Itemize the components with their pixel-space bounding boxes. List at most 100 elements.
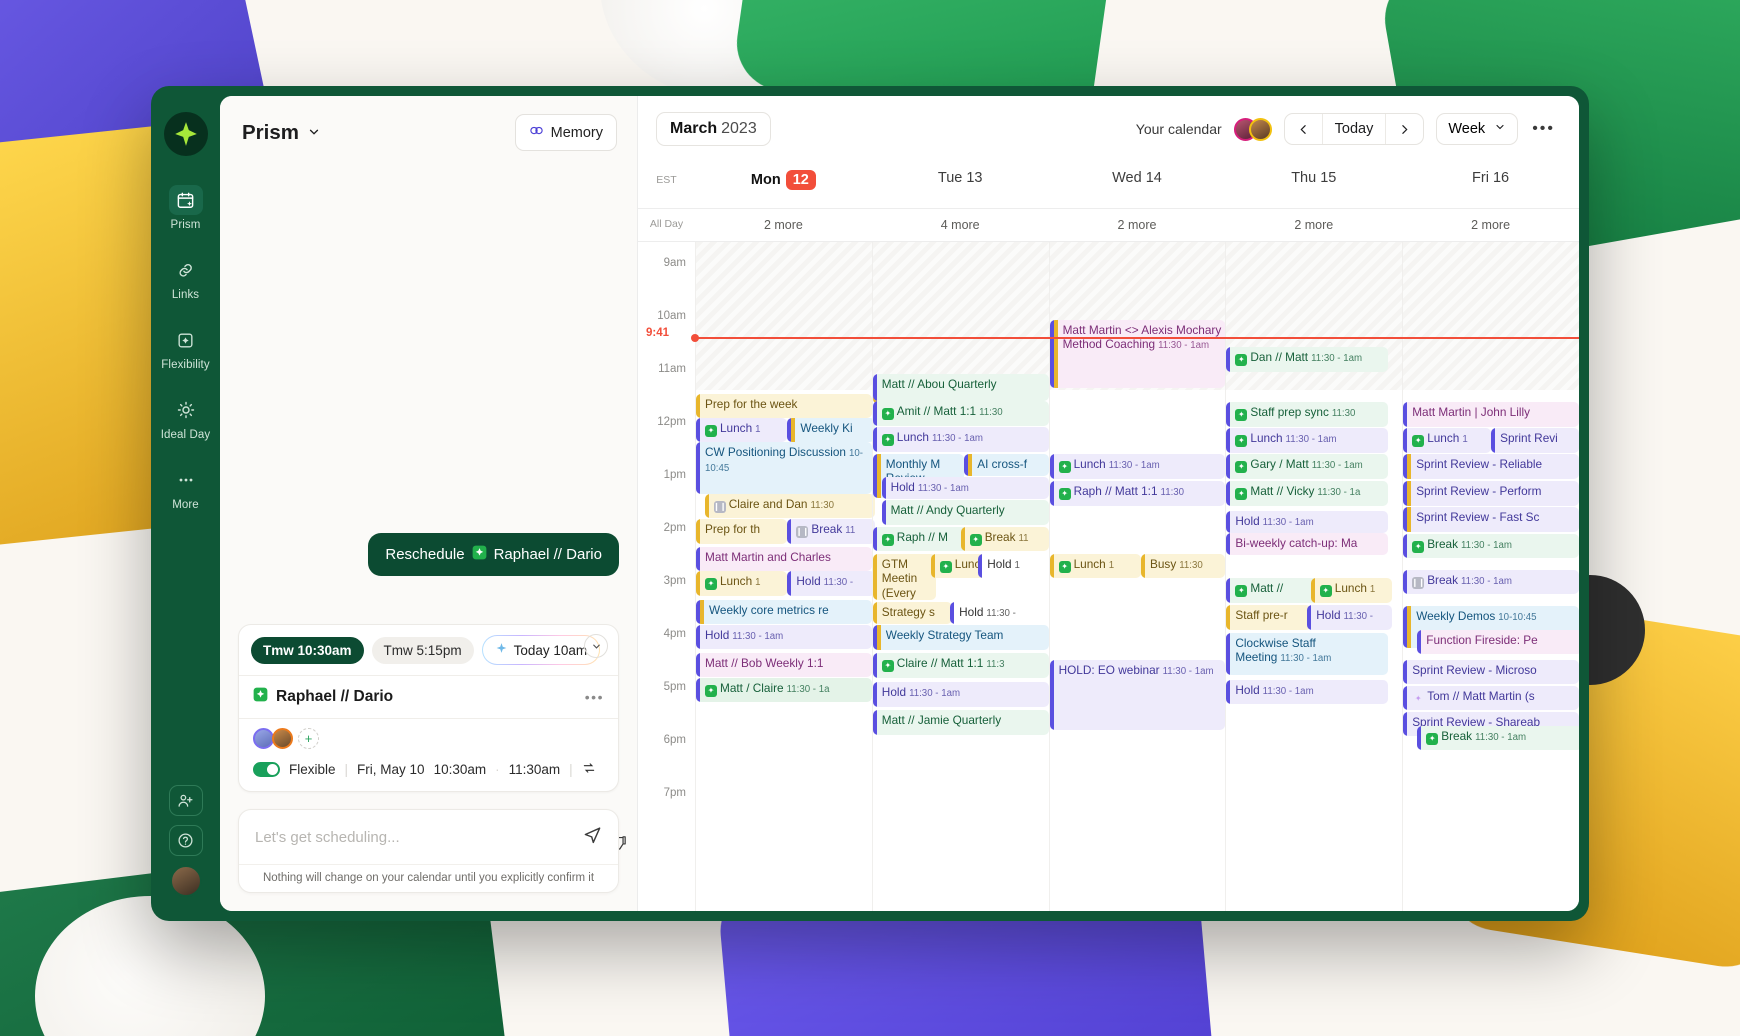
attendee-avatar-1[interactable]	[253, 728, 274, 749]
calendar-event[interactable]: Function Fireside: Pe	[1417, 630, 1579, 654]
day-header-mon[interactable]: Mon 12	[695, 156, 872, 208]
calendar-event[interactable]: Matt Martin <> Alexis Mochary Method Coa…	[1049, 320, 1226, 388]
calendar-event[interactable]: ✦ Raph // M	[872, 527, 970, 551]
add-attendee-icon[interactable]: +	[298, 728, 319, 749]
calendar-event[interactable]: Sprint Review - Perform	[1403, 481, 1579, 506]
user-avatar[interactable]	[169, 865, 202, 897]
day-header-fri[interactable]: Fri 16	[1402, 156, 1579, 208]
chat-input[interactable]	[255, 828, 583, 846]
calendar-event[interactable]: Hold 11:30 - 1am	[1226, 511, 1389, 533]
calendar-event[interactable]: ✦ Staff prep sync 11:30	[1226, 402, 1389, 427]
calendar-event[interactable]: ✦ Raph // Matt 1:1 11:30	[1049, 481, 1226, 506]
view-selector[interactable]: Week	[1436, 113, 1519, 145]
prism-logo[interactable]	[163, 112, 208, 156]
help-button[interactable]	[168, 825, 203, 856]
calendar-event[interactable]: Hold 1	[978, 554, 1049, 578]
calendar-event[interactable]: ✦ Lunch 11:30 - 1am	[1049, 454, 1226, 479]
calendar-event[interactable]: ✦ Break 11	[960, 527, 1049, 551]
calendar-event[interactable]: ✦ Lunch 11:30 - 1am	[1226, 428, 1389, 453]
time-chip-1[interactable]: Tmw 5:15pm	[371, 636, 474, 664]
sidebar-item-more[interactable]: More	[158, 458, 214, 516]
day-header-thu[interactable]: Thu 15	[1225, 156, 1402, 208]
calendar-event[interactable]: Staff pre-r	[1226, 605, 1311, 630]
calendar-event[interactable]: Matt Martin and Charles	[696, 547, 872, 571]
calendar-event[interactable]: ✦ Lunch 1	[696, 571, 788, 596]
chevron-down-icon[interactable]	[307, 121, 321, 145]
calendar-event[interactable]: Matt Martin | John Lilly	[1403, 402, 1579, 427]
flexible-toggle[interactable]	[253, 762, 280, 777]
day-column-fri[interactable]: Matt Martin | John Lilly ✦ Lunch 1 Sprint …	[1402, 242, 1579, 911]
calendar-event[interactable]: ✦ Matt //	[1226, 578, 1318, 603]
sidebar-item-prism[interactable]: Prism	[158, 178, 214, 236]
calendar-event[interactable]: Hold 11:30 - 1am	[1226, 680, 1389, 704]
calendar-event[interactable]: Hold 11:30 -	[950, 602, 1049, 624]
calendar-event[interactable]: ✦ Lunch 1	[1403, 428, 1492, 453]
calendar-event[interactable]: ✦ Lunch 1	[1049, 554, 1141, 578]
calendar-event[interactable]: Matt // Bob Weekly 1:1	[696, 653, 872, 677]
calendar-event[interactable]: Bi-weekly catch-up: Ma	[1226, 533, 1389, 555]
calendar-event[interactable]: ✦ Matt // Vicky 11:30 - 1a	[1226, 481, 1389, 506]
next-week-button[interactable]	[1385, 114, 1423, 144]
calendar-event[interactable]: Sprint Revi	[1491, 428, 1579, 453]
calendar-event[interactable]: Sprint Review - Fast Sc	[1403, 507, 1579, 532]
calendar-event[interactable]: HOLD: EO webinar 11:30 - 1am	[1049, 660, 1226, 730]
sidebar-item-ideal-day[interactable]: Ideal Day	[158, 388, 214, 446]
calendar-event[interactable]: ✦ Lunch 11:30 - 1am	[872, 427, 1049, 452]
all-day-more-link[interactable]: 2 more	[1402, 209, 1579, 241]
calendar-event[interactable]: Hold 11:30 - 1am	[881, 477, 1049, 499]
calendar-overflow-icon[interactable]: •••	[1530, 120, 1557, 138]
calendar-avatars[interactable]	[1233, 117, 1272, 141]
sidebar-item-links[interactable]: Links	[158, 248, 214, 306]
calendar-event[interactable]: Sprint Review - Microso	[1403, 660, 1579, 684]
calendar-event[interactable]: Hold 11:30 -	[1307, 605, 1392, 630]
calendar-event[interactable]: Hold 11:30 - 1am	[872, 682, 1049, 707]
event-end-time[interactable]: 11:30am	[509, 762, 561, 777]
time-chip-0[interactable]: Tmw 10:30am	[251, 636, 364, 664]
repeat-icon[interactable]	[582, 761, 596, 778]
calendar-event[interactable]: Matt // Andy Quarterly	[881, 500, 1049, 525]
calendar-event[interactable]: ✦ Lunch 1	[1310, 578, 1392, 603]
day-column-wed[interactable]: Matt Martin <> Alexis Mochary Method Coa…	[1048, 242, 1226, 911]
chevron-down-circle-icon[interactable]	[584, 634, 608, 658]
calendar-event[interactable]: Prep for the week	[696, 394, 872, 418]
calendar-event[interactable]: Sprint Review - Reliable	[1403, 454, 1579, 479]
event-start-time[interactable]: 10:30am	[434, 762, 487, 777]
calendar-event[interactable]: Weekly Ki	[787, 418, 876, 442]
today-button[interactable]: Today	[1321, 114, 1386, 144]
memory-button[interactable]: Memory	[514, 114, 617, 151]
calendar-event[interactable]: Matt // Abou Quarterly	[872, 374, 1049, 401]
calendar-event[interactable]: Weekly core metrics re	[696, 600, 872, 624]
sidebar-item-flexibility[interactable]: Flexibility	[158, 318, 214, 376]
calendar-event[interactable]: Matt // Jamie Quarterly	[872, 710, 1049, 735]
calendar-event[interactable]: ✦ Gary / Matt 11:30 - 1am	[1226, 454, 1389, 479]
calendar-event[interactable]: Hold 11:30 -	[787, 571, 876, 596]
all-day-more-link[interactable]: 2 more	[1225, 209, 1402, 241]
assistant-title-group[interactable]: Prism	[242, 121, 321, 145]
calendar-event[interactable]: ✦ Break 11:30 - 1am	[1417, 726, 1579, 750]
all-day-more-link[interactable]: 2 more	[1049, 209, 1226, 241]
event-date[interactable]: Fri, May 10	[357, 762, 425, 777]
calendar-event[interactable]: Hold 11:30 - 1am	[696, 625, 872, 649]
calendar-event[interactable]: ✦ Amit // Matt 1:1 11:30	[872, 401, 1049, 426]
calendar-event[interactable]: AI cross-f	[964, 454, 1049, 476]
day-column-tue[interactable]: Matt Host Matt // Abou Quarterly ✦Amit /…	[871, 242, 1049, 911]
month-selector[interactable]: March 2023	[656, 112, 771, 146]
all-day-more-link[interactable]: 2 more	[695, 209, 872, 241]
calendar-event[interactable]: ✦ Lunch 1	[696, 418, 788, 442]
calendar-event[interactable]: ✦ Claire // Matt 1:1 11:3	[872, 653, 1049, 678]
calendar-event[interactable]: Clockwise Staff Meeting 11:30 - 1am	[1226, 633, 1389, 675]
calendar-event[interactable]: Strategy s	[872, 602, 952, 624]
card-overflow-icon[interactable]: •••	[585, 689, 604, 705]
calendar-event[interactable]: GTM Meetin (Every	[872, 554, 937, 600]
calendar-event[interactable]: Busy 11:30	[1141, 554, 1226, 578]
calendar-event[interactable]: ✦ Dan // Matt 11:30 - 1am	[1226, 347, 1389, 372]
invite-people-button[interactable]	[168, 785, 203, 816]
day-column-thu[interactable]: ✦ Dan // Matt 11:30 - 1am ✦ Staff prep sync…	[1225, 242, 1403, 911]
prev-week-button[interactable]	[1285, 114, 1322, 144]
day-header-tue[interactable]: Tue 13	[872, 156, 1049, 208]
calendar-event[interactable]: ✦ Break 11:30 - 1am	[1403, 534, 1579, 558]
calendar-event[interactable]: ❙❙ Break 11	[787, 519, 876, 544]
all-day-more-link[interactable]: 4 more	[872, 209, 1049, 241]
calendar-event[interactable]: ❙❙ Claire and Dan 11:30	[704, 494, 876, 518]
calendar-event[interactable]: ❙❙ Break 11:30 - 1am	[1403, 570, 1579, 594]
